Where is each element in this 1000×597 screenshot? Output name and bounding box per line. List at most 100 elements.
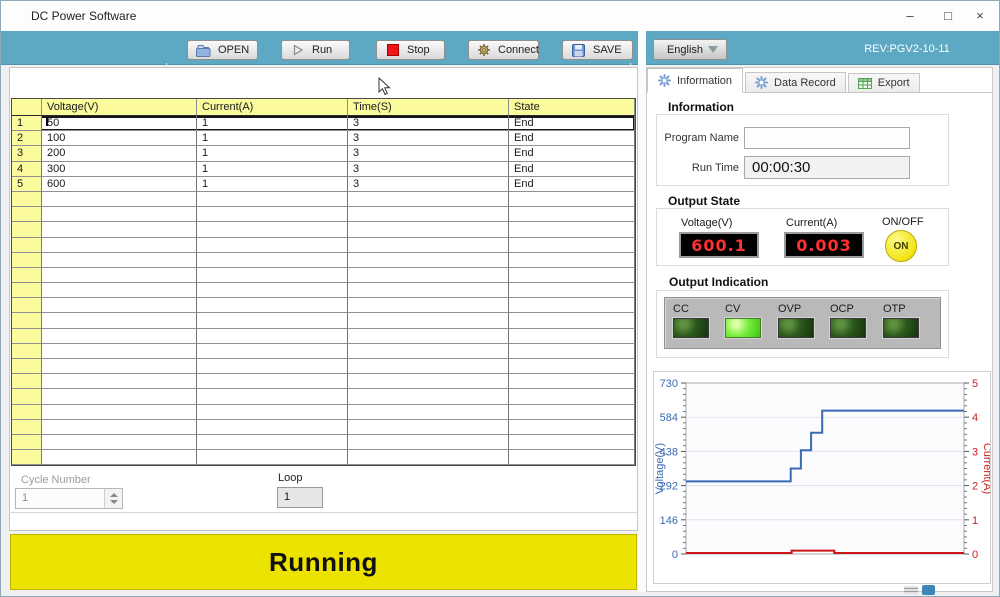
table-cell[interactable] bbox=[197, 207, 348, 222]
table-cell[interactable]: End bbox=[509, 146, 635, 161]
table-cell[interactable] bbox=[42, 268, 197, 283]
table-cell[interactable] bbox=[197, 268, 348, 283]
row-number-cell[interactable] bbox=[12, 313, 42, 328]
table-cell[interactable] bbox=[348, 283, 509, 298]
tab-information[interactable]: Information bbox=[647, 68, 743, 93]
table-cell[interactable] bbox=[42, 389, 197, 404]
stepper-down-icon[interactable] bbox=[110, 500, 118, 504]
table-cell[interactable] bbox=[42, 283, 197, 298]
table-cell[interactable]: 600 bbox=[42, 177, 197, 192]
row-number-cell[interactable] bbox=[12, 268, 42, 283]
row-number-cell[interactable] bbox=[12, 450, 42, 465]
row-number-cell[interactable] bbox=[12, 420, 42, 435]
table-cell[interactable] bbox=[509, 222, 635, 237]
row-number-cell[interactable] bbox=[12, 374, 42, 389]
table-cell[interactable]: End bbox=[509, 131, 635, 146]
table-cell[interactable] bbox=[42, 359, 197, 374]
table-cell[interactable]: 3 bbox=[348, 131, 509, 146]
table-cell[interactable] bbox=[197, 420, 348, 435]
table-cell[interactable] bbox=[509, 450, 635, 465]
table-cell[interactable] bbox=[42, 450, 197, 465]
table-cell[interactable] bbox=[509, 207, 635, 222]
table-cell[interactable]: 1 bbox=[197, 177, 348, 192]
table-cell[interactable]: 100 bbox=[42, 131, 197, 146]
table-cell[interactable]: 300 bbox=[42, 162, 197, 177]
table-cell[interactable] bbox=[348, 450, 509, 465]
table-cell[interactable] bbox=[197, 192, 348, 207]
row-number-cell[interactable] bbox=[12, 329, 42, 344]
table-cell[interactable] bbox=[42, 420, 197, 435]
table-cell[interactable] bbox=[197, 450, 348, 465]
row-number-cell[interactable] bbox=[12, 283, 42, 298]
table-cell[interactable]: 3 bbox=[348, 116, 509, 131]
table-cell[interactable] bbox=[42, 313, 197, 328]
row-number-cell[interactable] bbox=[12, 298, 42, 313]
table-cell[interactable]: 1 bbox=[197, 131, 348, 146]
table-cell[interactable]: 1 bbox=[197, 116, 348, 131]
row-number-cell[interactable] bbox=[12, 253, 42, 268]
table-cell[interactable] bbox=[348, 344, 509, 359]
table-cell[interactable] bbox=[197, 313, 348, 328]
maximize-button[interactable]: □ bbox=[932, 1, 964, 31]
table-cell[interactable] bbox=[509, 268, 635, 283]
table-cell[interactable]: 3 bbox=[348, 146, 509, 161]
table-cell[interactable] bbox=[509, 313, 635, 328]
table-cell[interactable] bbox=[509, 238, 635, 253]
table-cell[interactable] bbox=[42, 253, 197, 268]
row-number-cell[interactable]: 2 bbox=[12, 131, 42, 146]
table-cell[interactable] bbox=[197, 374, 348, 389]
language-dropdown[interactable]: English bbox=[653, 39, 727, 60]
table-cell[interactable] bbox=[42, 405, 197, 420]
table-cell[interactable] bbox=[509, 359, 635, 374]
table-cell[interactable] bbox=[197, 298, 348, 313]
table-cell[interactable] bbox=[348, 313, 509, 328]
open-button[interactable]: OPEN bbox=[187, 40, 258, 60]
table-cell[interactable] bbox=[509, 405, 635, 420]
table-cell[interactable] bbox=[197, 253, 348, 268]
tab-export[interactable]: Export bbox=[848, 73, 920, 93]
table-cell[interactable] bbox=[348, 405, 509, 420]
table-cell[interactable]: 200 bbox=[42, 146, 197, 161]
stop-button[interactable]: Stop bbox=[376, 40, 445, 60]
table-cell[interactable] bbox=[509, 298, 635, 313]
table-cell[interactable] bbox=[42, 298, 197, 313]
table-cell[interactable] bbox=[509, 344, 635, 359]
row-number-cell[interactable] bbox=[12, 238, 42, 253]
run-button[interactable]: Run bbox=[281, 40, 350, 60]
table-cell[interactable] bbox=[348, 298, 509, 313]
table-cell[interactable]: End bbox=[509, 116, 635, 131]
table-cell[interactable] bbox=[509, 192, 635, 207]
on-off-button[interactable]: ON bbox=[885, 230, 917, 262]
stepper-up-icon[interactable] bbox=[110, 493, 118, 497]
table-cell[interactable] bbox=[197, 435, 348, 450]
table-cell[interactable] bbox=[348, 238, 509, 253]
table-cell[interactable] bbox=[42, 207, 197, 222]
table-cell[interactable] bbox=[509, 253, 635, 268]
loop-input[interactable]: 1 bbox=[277, 487, 323, 508]
table-cell[interactable] bbox=[197, 222, 348, 237]
table-cell[interactable] bbox=[348, 359, 509, 374]
table-cell[interactable] bbox=[509, 435, 635, 450]
table-cell[interactable] bbox=[509, 420, 635, 435]
row-number-cell[interactable] bbox=[12, 359, 42, 374]
save-button[interactable]: SAVE bbox=[562, 40, 633, 60]
table-cell[interactable] bbox=[42, 329, 197, 344]
table-cell[interactable]: 50 bbox=[42, 116, 197, 131]
table-cell[interactable] bbox=[509, 374, 635, 389]
close-button[interactable]: × bbox=[964, 1, 996, 31]
stepper-buttons[interactable] bbox=[104, 489, 122, 508]
row-number-cell[interactable] bbox=[12, 389, 42, 404]
table-cell[interactable]: End bbox=[509, 162, 635, 177]
row-number-cell[interactable] bbox=[12, 435, 42, 450]
table-cell[interactable] bbox=[42, 192, 197, 207]
table-cell[interactable] bbox=[42, 222, 197, 237]
table-cell[interactable]: 3 bbox=[348, 162, 509, 177]
row-number-cell[interactable]: 3 bbox=[12, 146, 42, 161]
table-cell[interactable] bbox=[197, 389, 348, 404]
table-cell[interactable] bbox=[197, 238, 348, 253]
table-cell[interactable] bbox=[348, 268, 509, 283]
table-cell[interactable]: 3 bbox=[348, 177, 509, 192]
tab-data-record[interactable]: Data Record bbox=[745, 72, 846, 93]
table-cell[interactable] bbox=[348, 329, 509, 344]
table-cell[interactable] bbox=[348, 192, 509, 207]
